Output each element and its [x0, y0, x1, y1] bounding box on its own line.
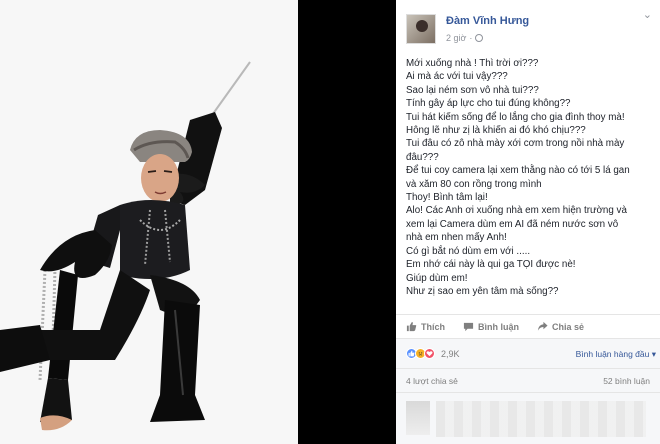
- thumbs-up-icon: [406, 321, 417, 332]
- comment-icon: [463, 322, 474, 332]
- chevron-down-icon[interactable]: ⌄: [643, 10, 652, 21]
- counts-bar: 4 lượt chia sẻ 52 bình luận: [396, 368, 660, 392]
- comment-sort-dropdown[interactable]: Bình luận hàng đầu ▾: [576, 349, 656, 360]
- post-line: đâu???: [406, 151, 439, 163]
- comment-blurred: [436, 401, 646, 437]
- post-line: Giúp dùm em!: [406, 272, 468, 284]
- post-line: Tui hát kiếm sống để lo lắng cho gia đìn…: [406, 111, 625, 123]
- post-line: xem lại Camera dùm em AI đã ném nước sơn…: [406, 218, 619, 230]
- author-name[interactable]: Đàm Vĩnh Hưng: [446, 15, 529, 27]
- commenter-avatar-blurred: [406, 401, 430, 435]
- comment-count[interactable]: 52 bình luận: [603, 376, 650, 386]
- avatar[interactable]: [406, 14, 436, 44]
- post-line: Sao lại ném sơn vô nhà tui???: [406, 84, 539, 96]
- reactions-bar: 2,9K Bình luận hàng đầu ▾: [396, 338, 660, 368]
- singer-photo-illustration: [0, 0, 298, 444]
- share-label: Chia sẻ: [552, 321, 585, 332]
- post-line: Em nhớ cái này là qui ga TỌI được nè!: [406, 259, 576, 271]
- sort-label: Bình luận hàng đầu: [575, 349, 650, 359]
- like-label: Thích: [421, 321, 445, 332]
- post-panel: Đàm Vĩnh Hưng 2 giờ · ⌄ Mới xuống nhà ! …: [396, 0, 660, 444]
- post-line: và xăm 80 con rồng trong mình: [406, 178, 542, 190]
- love-reaction-icon: [424, 348, 435, 359]
- caret-down-icon: ▾: [651, 349, 656, 359]
- post-line: Thoy! Bình tâm lại!: [406, 192, 488, 204]
- post-timestamp[interactable]: 2 giờ ·: [446, 33, 484, 43]
- post-line: Để tui coy camera lại xem thằng nào có t…: [406, 165, 630, 177]
- share-button[interactable]: Chia sẻ: [537, 321, 584, 332]
- share-count[interactable]: 4 lượt chia sẻ: [406, 376, 458, 386]
- post-line: nhà em nhen mấy Anh!: [406, 232, 507, 244]
- comment-label: Bình luận: [478, 321, 519, 332]
- post-text: Mới xuống nhà ! Thì trời ơi??? Ai mà ác …: [406, 57, 656, 298]
- share-icon: [537, 321, 548, 331]
- globe-icon: [475, 34, 484, 42]
- reaction-count[interactable]: 2,9K: [441, 349, 460, 359]
- lightbox-viewer: Đàm Vĩnh Hưng 2 giờ · ⌄ Mới xuống nhà ! …: [0, 0, 660, 444]
- post-photo[interactable]: [0, 0, 298, 444]
- post-line: Tui đâu có zô nhà mày xới cơm trong nồi …: [406, 138, 625, 150]
- reaction-icons[interactable]: [406, 348, 435, 359]
- post-actions: Thích Bình luận Chia sẻ: [396, 314, 660, 338]
- post-line: Có gì bắt nó dùm em với .....: [406, 245, 531, 257]
- timestamp-text: 2 giờ: [446, 33, 467, 43]
- like-button[interactable]: Thích: [406, 321, 445, 332]
- post-line: Mới xuống nhà ! Thì trời ơi???: [406, 58, 539, 69]
- post-header: Đàm Vĩnh Hưng 2 giờ · ⌄: [396, 0, 660, 50]
- post-line: Alo! Các Anh ơi xuống nhà em xem hiện tr…: [406, 205, 627, 217]
- post-line: Ai mà ác với tui vậy???: [406, 71, 508, 83]
- post-line: Như zị sao em yên tâm mà sống??: [406, 285, 559, 297]
- post-line: Hông lẽ như zị là khiến ai đó khó chịu??…: [406, 125, 586, 137]
- comment-button[interactable]: Bình luận: [463, 321, 519, 332]
- comment-preview: [396, 392, 660, 444]
- post-line: Tính gây áp lực cho tui đúng không??: [406, 98, 571, 110]
